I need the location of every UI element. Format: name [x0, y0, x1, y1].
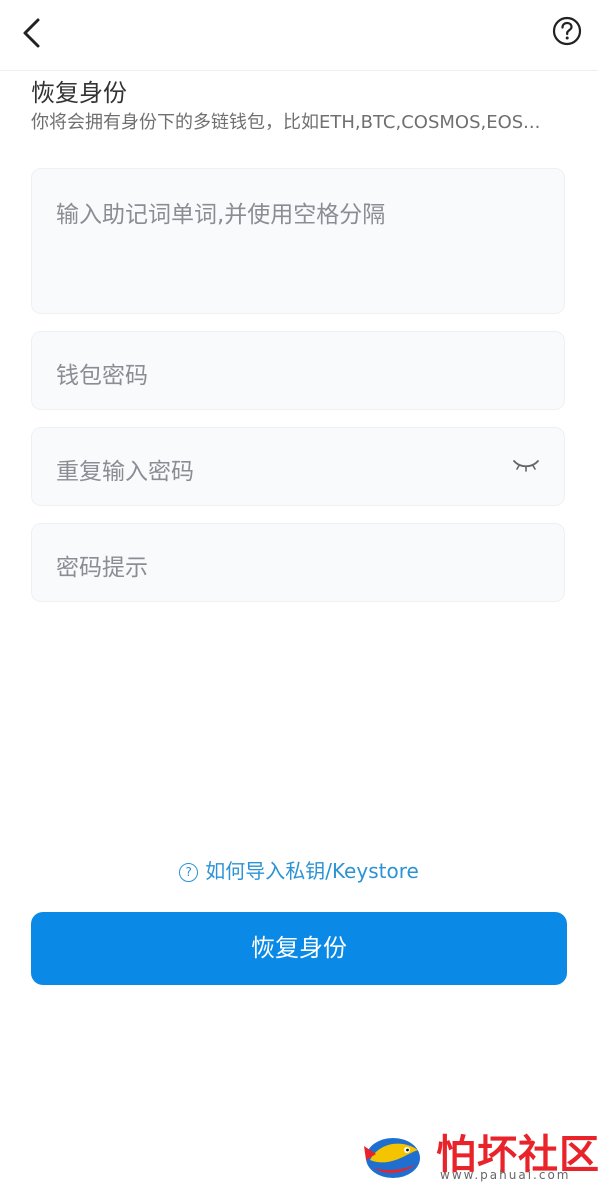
help-button[interactable]	[552, 16, 582, 46]
password-hint-field[interactable]: 密码提示	[31, 523, 565, 602]
question-circle-icon	[552, 16, 582, 46]
import-help-link[interactable]: ? 如何导入私钥/Keystore	[0, 855, 598, 884]
page-title: 恢复身份	[31, 79, 127, 107]
top-nav-bar	[0, 0, 598, 71]
page-subtitle: 你将会拥有身份下的多链钱包，比如ETH,BTC,COSMOS,EOS...	[31, 112, 541, 133]
repeat-password-placeholder: 重复输入密码	[56, 459, 194, 485]
fish-logo-icon	[364, 1138, 420, 1178]
import-help-label: 如何导入私钥/Keystore	[205, 859, 419, 883]
wallet-password-field[interactable]: 钱包密码	[31, 331, 565, 410]
chevron-left-icon	[23, 18, 40, 48]
help-circle-icon: ?	[179, 863, 199, 882]
mnemonic-textarea[interactable]: 输入助记词单词,并使用空格分隔	[31, 168, 565, 314]
wallet-password-placeholder: 钱包密码	[56, 363, 148, 389]
watermark-url: www.pahuai.com	[440, 1168, 571, 1182]
repeat-password-field[interactable]: 重复输入密码	[31, 427, 565, 506]
watermark: 怕坏社区 www.pahuai.com	[360, 1122, 598, 1188]
eye-closed-icon	[513, 460, 539, 472]
back-button[interactable]	[18, 14, 50, 54]
password-hint-placeholder: 密码提示	[56, 555, 148, 581]
mnemonic-placeholder: 输入助记词单词,并使用空格分隔	[56, 202, 386, 228]
restore-identity-button[interactable]: 恢复身份	[31, 912, 567, 985]
password-visibility-toggle[interactable]	[512, 456, 540, 474]
